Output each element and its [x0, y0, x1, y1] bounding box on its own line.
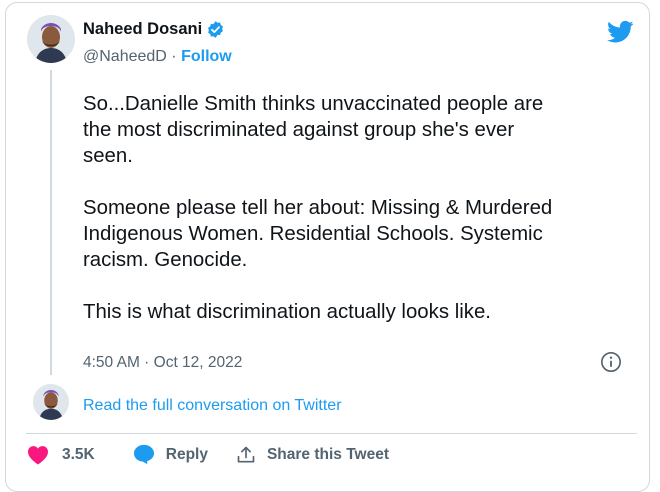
share-icon: [237, 446, 255, 462]
reply-button[interactable]: Reply: [133, 444, 208, 465]
author-handle[interactable]: @NaheedD: [83, 48, 167, 65]
twitter-bird-icon[interactable]: [607, 20, 634, 44]
reply-bubble-icon: [133, 444, 154, 465]
verified-badge-icon: [208, 21, 224, 38]
share-label: Share this Tweet: [266, 445, 389, 463]
handle-separator: ·: [171, 48, 177, 65]
thread-line: [50, 70, 52, 375]
reply-label: Reply: [165, 445, 208, 463]
like-button[interactable]: 3.5K: [27, 445, 95, 465]
like-count: 3.5K: [62, 445, 95, 463]
conversation-avatar[interactable]: [33, 384, 69, 420]
divider: [26, 433, 637, 434]
author-avatar[interactable]: [27, 15, 75, 63]
tweet-timestamp[interactable]: 4:50 AM · Oct 12, 2022: [83, 354, 242, 372]
tweet-text: So...Danielle Smith thinks unvaccinated …: [83, 91, 628, 351]
share-button[interactable]: Share this Tweet: [236, 445, 389, 465]
tweet-paragraph: So...Danielle Smith thinks unvaccinated …: [83, 93, 544, 167]
tweet-paragraph: Someone please tell her about: Missing &…: [83, 197, 553, 271]
read-conversation-link[interactable]: Read the full conversation on Twitter: [83, 397, 342, 415]
author-name[interactable]: Naheed Dosani: [83, 20, 202, 39]
info-icon[interactable]: [600, 351, 622, 373]
tweet-paragraph: This is what discrimination actually loo…: [83, 301, 491, 323]
follow-button[interactable]: Follow: [181, 48, 232, 65]
heart-icon: [28, 445, 48, 465]
